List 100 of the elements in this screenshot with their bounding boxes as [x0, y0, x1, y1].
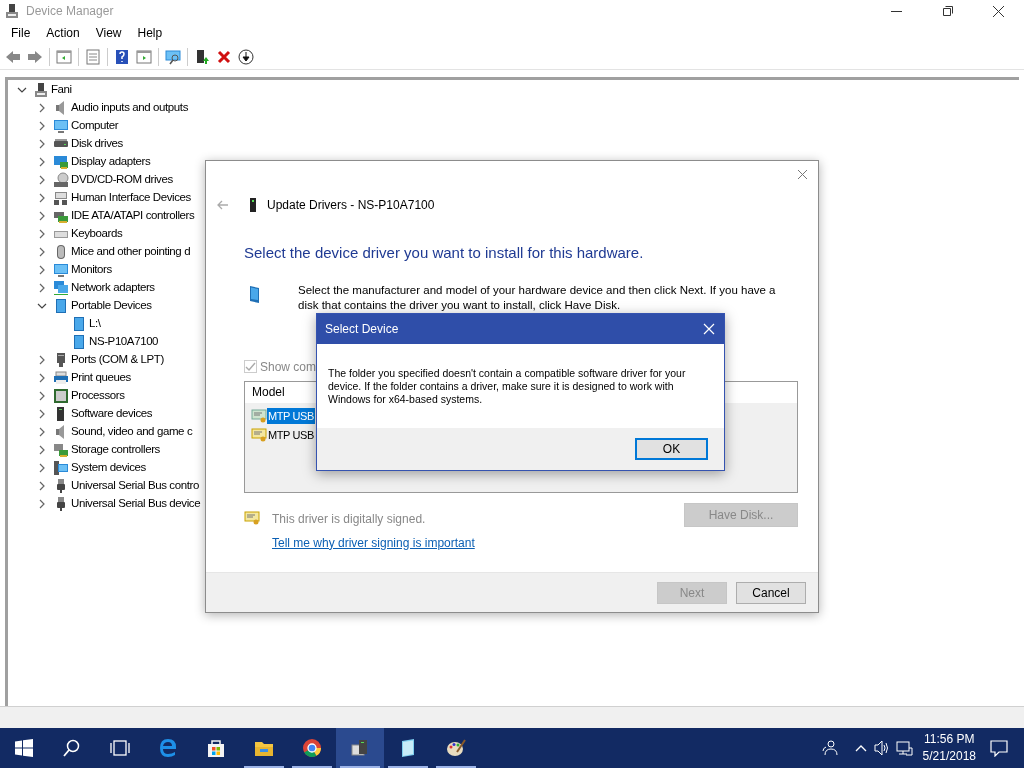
- start-icon[interactable]: [14, 738, 34, 758]
- tree-item[interactable]: Processors: [71, 387, 125, 405]
- delete-icon[interactable]: [216, 48, 232, 65]
- search-icon[interactable]: [62, 738, 82, 758]
- clock-date[interactable]: 5/21/2018: [922, 748, 976, 765]
- tree-item[interactable]: DVD/CD-ROM drives: [71, 171, 173, 189]
- processor-icon: [53, 388, 69, 404]
- menu-item[interactable]: View: [87, 22, 130, 44]
- expand-chevron-icon[interactable]: [37, 445, 47, 455]
- expand-chevron-icon[interactable]: [37, 211, 47, 221]
- scan-monitor-icon[interactable]: [165, 48, 181, 65]
- people-icon[interactable]: [820, 739, 839, 757]
- colored-circle-icon[interactable]: [302, 738, 322, 758]
- expand-chevron-icon[interactable]: [37, 283, 47, 293]
- tree-item[interactable]: Storage controllers: [71, 441, 160, 459]
- monitor-icon: [53, 262, 69, 278]
- list-item[interactable]: MTP USB: [267, 426, 315, 444]
- computer-icon: [33, 82, 49, 98]
- close-icon[interactable]: [993, 5, 1004, 17]
- tree-item[interactable]: Fani: [51, 81, 72, 99]
- browser-icon[interactable]: [158, 738, 178, 758]
- description-text: Select the manufacturer and model of your hardware device and then click Next. If you have a disk that contains the driver you want to install, click Have Disk.: [298, 282, 777, 313]
- expand-chevron-icon[interactable]: [37, 157, 47, 167]
- monitor-card-icon: [53, 154, 69, 170]
- tree-item[interactable]: Disk drives: [71, 135, 123, 153]
- expand-chevron-icon[interactable]: [37, 499, 47, 509]
- tree-item[interactable]: IDE ATA/ATAPI controllers: [71, 207, 195, 225]
- forward-arrow-icon[interactable]: [27, 48, 43, 65]
- tree-item[interactable]: Print queues: [71, 369, 131, 387]
- expand-chevron-icon[interactable]: [37, 463, 47, 473]
- menu-item[interactable]: File: [3, 22, 39, 44]
- tree-item[interactable]: Mice and other pointing d: [71, 243, 191, 261]
- tablet-icon: [53, 298, 69, 314]
- tree-item[interactable]: System devices: [71, 459, 146, 477]
- update-driver-icon[interactable]: [194, 48, 210, 65]
- download-icon[interactable]: [238, 48, 254, 65]
- certificate-icon: [251, 427, 267, 443]
- expand-chevron-icon[interactable]: [37, 247, 47, 257]
- tree-item[interactable]: Computer: [71, 117, 119, 135]
- minimize-icon[interactable]: [891, 10, 902, 12]
- tree-item[interactable]: Monitors: [71, 261, 112, 279]
- dialog-button[interactable]: Cancel: [736, 581, 806, 604]
- tree-item[interactable]: L:\: [89, 315, 101, 333]
- tree-item[interactable]: Sound, video and game c: [71, 423, 193, 441]
- expand-chevron-icon[interactable]: [37, 391, 47, 401]
- help-link[interactable]: Tell me why driver signing is important: [272, 533, 475, 552]
- ok-button[interactable]: OK: [635, 438, 708, 460]
- help-icon[interactable]: [114, 48, 130, 65]
- volume-icon[interactable]: [873, 740, 890, 756]
- checkbox-label: Show com: [260, 358, 317, 376]
- tree-item[interactable]: Network adapters: [71, 279, 155, 297]
- tree-item[interactable]: Audio inputs and outputs: [71, 99, 188, 117]
- list-item[interactable]: MTP USB: [267, 407, 315, 425]
- back-arrow-icon[interactable]: [5, 48, 21, 65]
- tree-item[interactable]: Human Interface Devices: [71, 189, 191, 207]
- dialog-title: Select Device: [325, 321, 399, 338]
- expand-chevron-icon[interactable]: [37, 427, 47, 437]
- collapse-chevron-icon[interactable]: [17, 85, 27, 95]
- collapse-chevron-icon[interactable]: [37, 301, 47, 311]
- tree-item[interactable]: Universal Serial Bus contro: [71, 477, 199, 495]
- tablet-icon: [249, 284, 261, 304]
- tree-item[interactable]: Universal Serial Bus device: [71, 495, 201, 513]
- clock-time[interactable]: 11:56 PM: [924, 731, 975, 748]
- task-view-icon[interactable]: [110, 738, 130, 758]
- expand-chevron-icon[interactable]: [37, 121, 47, 131]
- notification-icon[interactable]: [990, 739, 1008, 757]
- storage-icon: [53, 442, 69, 458]
- taskbar-button[interactable]: [336, 728, 384, 768]
- printer-icon: [53, 370, 69, 386]
- palette-icon[interactable]: [446, 738, 466, 758]
- system-icon: [53, 460, 69, 476]
- expand-chevron-icon[interactable]: [37, 355, 47, 365]
- tablet-icon: [71, 334, 87, 350]
- pane-icon[interactable]: [136, 48, 152, 65]
- expand-chevron-icon[interactable]: [37, 373, 47, 383]
- expand-chevron-icon[interactable]: [37, 229, 47, 239]
- expand-chevron-icon[interactable]: [37, 175, 47, 185]
- tree-item[interactable]: Ports (COM & LPT): [71, 351, 164, 369]
- expand-chevron-icon[interactable]: [37, 481, 47, 491]
- disc-drive-icon: [53, 172, 69, 188]
- computer-icon: [4, 3, 20, 19]
- tree-item[interactable]: Display adapters: [71, 153, 151, 171]
- expand-chevron-icon[interactable]: [37, 139, 47, 149]
- expand-chevron-icon[interactable]: [37, 193, 47, 203]
- chevron-up-icon[interactable]: [854, 743, 867, 753]
- expand-chevron-icon[interactable]: [37, 103, 47, 113]
- tree-item[interactable]: Keyboards: [71, 225, 123, 243]
- menu-item[interactable]: Help: [129, 22, 171, 44]
- input-device-icon: [53, 190, 69, 206]
- shopping-bag-icon[interactable]: [206, 738, 226, 758]
- restore-icon[interactable]: [943, 6, 953, 16]
- tree-item[interactable]: Portable Devices: [71, 297, 152, 315]
- network-icon[interactable]: [895, 740, 913, 756]
- expand-chevron-icon[interactable]: [37, 409, 47, 419]
- tree-item[interactable]: Software devices: [71, 405, 153, 423]
- menu-item[interactable]: Action: [38, 22, 88, 44]
- expand-chevron-icon[interactable]: [37, 265, 47, 275]
- tree-item[interactable]: NS-P10A7100: [89, 333, 159, 351]
- pane-icon[interactable]: [56, 48, 72, 65]
- checkmark-icon: [245, 362, 256, 371]
